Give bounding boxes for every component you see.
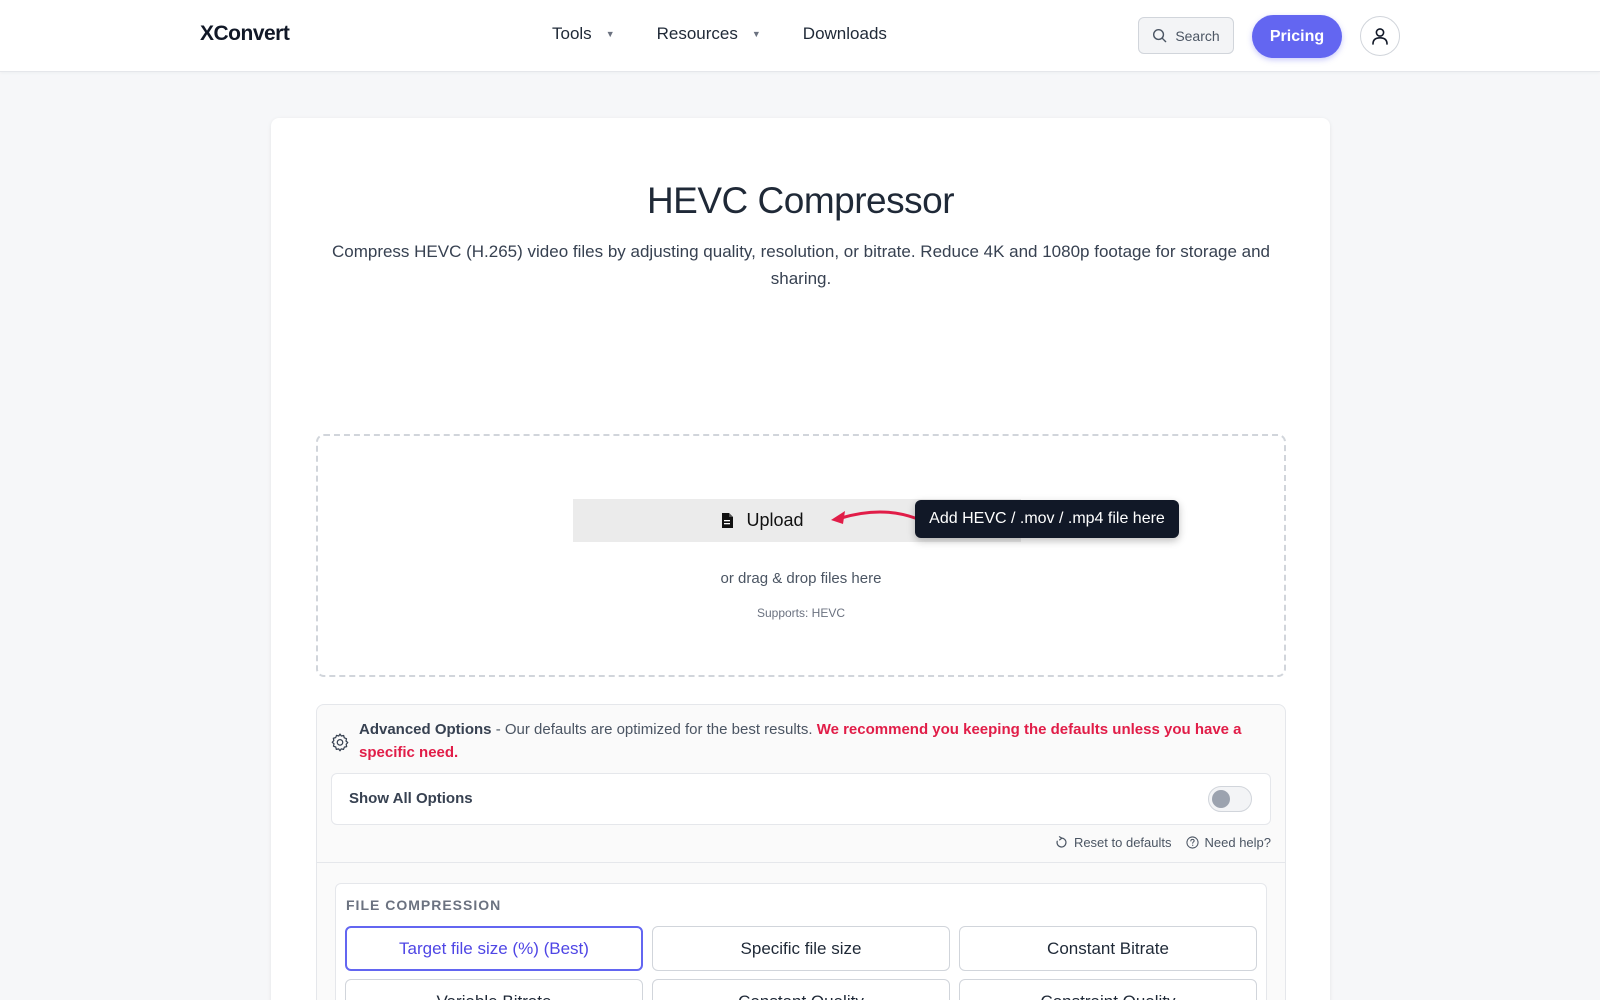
file-compression-title: FILE COMPRESSION (346, 897, 502, 913)
search-icon (1153, 28, 1167, 43)
upload-hint-tooltip: Add HEVC / .mov / .mp4 file here (915, 500, 1179, 538)
reset-defaults-link[interactable]: Reset to defaults (1055, 835, 1172, 850)
reset-defaults-label: Reset to defaults (1073, 835, 1172, 850)
drag-drop-hint: or drag & drop files here (720, 570, 882, 587)
compression-option-constant-quality[interactable]: Constant Quality (652, 979, 950, 1000)
divider (317, 862, 1285, 863)
compression-option-constant-bitrate[interactable]: Constant Bitrate (959, 926, 1257, 971)
pointer-arrow-icon (831, 510, 917, 524)
account-button[interactable] (1360, 16, 1400, 56)
advanced-options-title: Advanced Options (359, 721, 492, 738)
options-links: Reset to defaults Need help? (1041, 835, 1271, 850)
show-all-options-row[interactable]: Show All Options (331, 773, 1271, 825)
pricing-button[interactable]: Pricing (1252, 15, 1342, 58)
file-icon (722, 513, 734, 528)
search-button-label: Search (1175, 27, 1220, 44)
advanced-options-description: Advanced Options - Our defaults are opti… (359, 718, 1259, 764)
nav-item-downloads[interactable]: Downloads (803, 24, 887, 44)
file-dropzone[interactable]: Upload Add HEVC / .mov / .mp4 file here … (316, 434, 1286, 677)
page-subtitle: Compress HEVC (H.265) video files by adj… (331, 242, 1271, 288)
nav-item-label: Tools (552, 24, 592, 43)
nav-item-tools[interactable]: Tools ▼ (552, 24, 615, 44)
advanced-options-note: - Our defaults are optimized for the bes… (491, 721, 817, 738)
site-logo[interactable]: XConvert (200, 22, 290, 46)
main-nav: Tools ▼ Resources ▼ Downloads (552, 24, 929, 44)
show-all-options-toggle[interactable] (1208, 786, 1252, 812)
gear-icon (331, 733, 349, 752)
nav-item-label: Resources (656, 24, 738, 43)
converter-card: HEVC Compressor Compress HEVC (H.265) vi… (271, 118, 1330, 1000)
nav-item-label: Downloads (802, 24, 887, 43)
compression-option-target-size[interactable]: Target file size (%) (Best) (345, 926, 643, 971)
supported-formats: Supports: HEVC (756, 606, 846, 620)
top-navbar: XConvert Tools ▼ Resources ▼ Downloads S… (0, 0, 1600, 72)
compression-option-variable-bitrate[interactable]: Variable Bitrate (345, 979, 643, 1000)
page-title: HEVC Compressor (646, 180, 955, 221)
help-icon (1185, 836, 1199, 849)
upload-button-label: Upload (746, 510, 804, 530)
reset-icon (1056, 836, 1067, 848)
toggle-knob (1212, 790, 1230, 808)
search-button[interactable]: Search (1138, 17, 1234, 54)
need-help-label: Need help? (1204, 835, 1272, 850)
compression-option-specific-size[interactable]: Specific file size (652, 926, 950, 971)
user-icon (1372, 28, 1388, 45)
advanced-options-panel: Advanced Options - Our defaults are opti… (316, 704, 1286, 1000)
caret-down-icon: ▼ (605, 29, 615, 39)
nav-item-resources[interactable]: Resources ▼ (657, 24, 761, 44)
compression-option-constraint-quality[interactable]: Constraint Quality (959, 979, 1257, 1000)
need-help-link[interactable]: Need help? (1185, 835, 1272, 850)
caret-down-icon: ▼ (751, 29, 761, 39)
show-all-options-label: Show All Options (349, 790, 473, 807)
file-compression-section: FILE COMPRESSION Target file size (%) (B… (335, 883, 1267, 1000)
